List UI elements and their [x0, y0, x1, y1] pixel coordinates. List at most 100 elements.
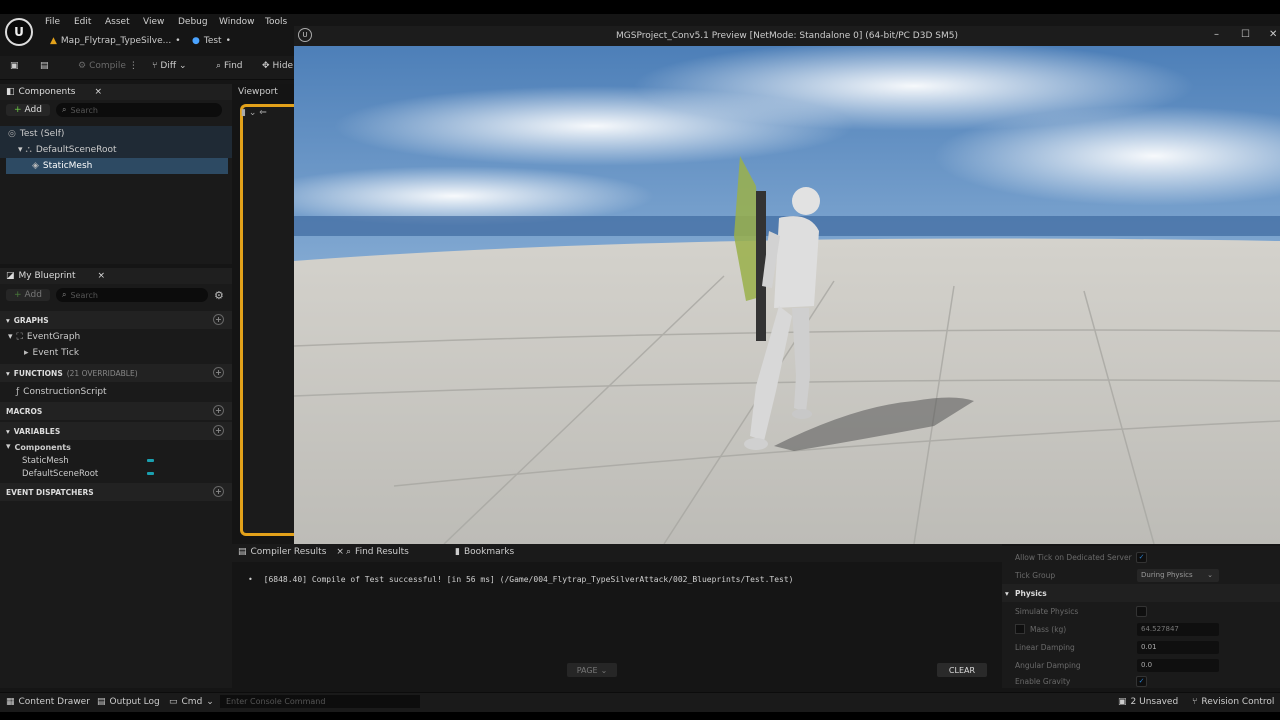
simulate-physics-checkbox[interactable]	[1136, 605, 1147, 617]
compile-button[interactable]: ⚙ Compile ⋮	[78, 61, 138, 71]
menu-edit[interactable]: Edit	[74, 17, 91, 27]
console-placeholder: Enter Console Command	[226, 697, 326, 706]
browse-icon[interactable]: ▤	[40, 61, 49, 71]
output-log-button[interactable]: ▤ Output Log	[97, 697, 160, 707]
minimize-icon[interactable]: –	[1214, 29, 1219, 40]
clear-button[interactable]: CLEAR	[937, 663, 987, 677]
game-viewport[interactable]	[294, 46, 1280, 544]
gear-icon[interactable]: ⚙	[214, 289, 224, 302]
add-graph-icon[interactable]: +	[213, 314, 224, 325]
tree-item-default-scene-root[interactable]: ▾ ⛬ DefaultSceneRoot	[0, 142, 232, 158]
variable-group-components[interactable]: ▾ Components	[0, 440, 232, 454]
diff-button[interactable]: ⑂ Diff ⌄	[152, 61, 187, 71]
add-macro-icon[interactable]: +	[213, 405, 224, 416]
unreal-logo-icon[interactable]: U	[5, 18, 33, 46]
find-button[interactable]: ⌕ Find	[216, 61, 243, 71]
console-command-input[interactable]: Enter Console Command	[220, 695, 420, 708]
preview-titlebar[interactable]: MGSProject_Conv5.1 Preview [NetMode: Sta…	[294, 26, 1280, 46]
variable-type-pill	[147, 459, 154, 462]
menu-view[interactable]: View	[143, 17, 164, 27]
log-text: [6848.40] Compile of Test successful! [i…	[263, 575, 794, 584]
cmd-dropdown[interactable]: ▭ Cmd ⌄	[169, 697, 214, 707]
mass-input[interactable]: 64.527847	[1137, 622, 1219, 636]
tab-map-flytrap[interactable]: ▲ Map_Flytrap_TypeSilve... •	[50, 36, 181, 46]
collapse-arrow-icon: ▾	[6, 426, 10, 436]
add-member-button[interactable]: + Add	[6, 289, 50, 301]
components-search-input[interactable]: ⌕ Search	[55, 103, 222, 117]
enable-gravity-checkbox[interactable]: ✓	[1136, 675, 1147, 687]
tab-viewport[interactable]: Viewport	[238, 87, 278, 97]
search-icon: ⌕	[61, 290, 67, 299]
tab-compiler-results[interactable]: ▤ Compiler Results ×	[238, 547, 344, 557]
add-component-button[interactable]: + Add	[6, 104, 50, 116]
graph-item-event-tick[interactable]: ▸ Event Tick	[0, 345, 232, 361]
search-placeholder: Search	[70, 105, 98, 115]
menu-window[interactable]: Window	[219, 17, 255, 27]
menu-tools[interactable]: Tools	[265, 17, 287, 27]
hide-label: Hide	[272, 61, 294, 71]
tab-modified-dot: •	[175, 36, 181, 46]
linear-damping-input[interactable]: 0.01	[1137, 640, 1219, 654]
components-title: Components	[18, 87, 76, 97]
variable-type-pill	[147, 472, 154, 475]
tree-item-static-mesh[interactable]: ◈ StaticMesh	[6, 158, 228, 174]
search-icon: ⌕	[346, 547, 352, 557]
event-graph-canvas[interactable]	[240, 104, 296, 536]
angular-damping-input[interactable]: 0.0	[1137, 658, 1219, 672]
tick-group-dropdown[interactable]: During Physics ⌄	[1137, 568, 1219, 582]
scene-root-icon: ⛬	[25, 145, 32, 155]
mass-override-checkbox[interactable]	[1015, 624, 1025, 634]
close-icon[interactable]: ×	[98, 271, 106, 281]
blueprint-icon: ●	[192, 36, 200, 46]
compile-label: Compile	[89, 61, 126, 71]
content-drawer-button[interactable]: ▦ Content Drawer	[6, 697, 90, 707]
close-icon[interactable]: ×	[336, 547, 344, 557]
unreal-editor-window: U File Edit Asset View Debug Window Tool…	[0, 0, 1280, 720]
save-icon[interactable]: ▣	[10, 61, 19, 71]
collapse-arrow-icon: ▾	[6, 368, 10, 378]
row-linear-damping: Linear Damping 0.01	[1002, 638, 1280, 656]
tree-item-self[interactable]: ◎ Test (Self)	[0, 126, 232, 142]
add-dispatcher-icon[interactable]: +	[213, 486, 224, 497]
close-icon[interactable]: ×	[94, 87, 102, 97]
category-event-dispatchers[interactable]: EVENT DISPATCHERS +	[0, 483, 232, 501]
menu-file[interactable]: File	[45, 17, 60, 27]
category-physics[interactable]: ▾ Physics	[1002, 584, 1280, 602]
variable-item-default-scene-root[interactable]: DefaultSceneRoot	[0, 467, 232, 480]
tab-find-results[interactable]: ⌕ Find Results	[346, 547, 409, 557]
function-item-construction-script[interactable]: ƒ ConstructionScript	[0, 384, 232, 400]
hide-button[interactable]: ✥ Hide	[262, 61, 293, 71]
group-label: Components	[14, 442, 71, 452]
category-macros[interactable]: MACROS +	[0, 402, 232, 420]
allow-tick-checkbox[interactable]: ✓	[1136, 551, 1147, 563]
add-function-icon[interactable]: +	[213, 367, 224, 378]
my-blueprint-search-input[interactable]: ⌕ Search	[55, 288, 208, 302]
tab-label: Bookmarks	[463, 547, 515, 557]
category-label: Physics	[1015, 588, 1047, 598]
maximize-icon[interactable]: ☐	[1241, 29, 1250, 40]
variable-item-static-mesh[interactable]: StaticMesh	[0, 454, 232, 467]
bullet-icon: •	[248, 575, 253, 584]
menu-asset[interactable]: Asset	[105, 17, 130, 27]
tab-label: Compiler Results	[250, 547, 327, 557]
overridable-count: (21 OVERRIDABLE)	[66, 368, 138, 378]
tab-test[interactable]: ● Test •	[192, 36, 231, 46]
page-label: PAGE	[576, 665, 598, 675]
my-blueprint-header: ◪ My Blueprint ×	[0, 268, 232, 284]
my-blueprint-panel: ◪ My Blueprint × + Add ⌕ Search ⚙ ▾ GRAP…	[0, 268, 232, 688]
unsaved-button[interactable]: ▣ 2 Unsaved	[1118, 697, 1178, 707]
add-variable-icon[interactable]: +	[213, 425, 224, 436]
tab-bookmarks[interactable]: ▮ Bookmarks	[455, 547, 514, 557]
category-graphs[interactable]: ▾ GRAPHS +	[0, 311, 232, 329]
graph-item-event-graph[interactable]: ▾ ⛶ EventGraph	[0, 329, 232, 345]
graph-nav-icons[interactable]: ▮ ⌄ ⇐	[241, 108, 267, 118]
find-label: Find	[224, 61, 243, 71]
revision-control-icon: ⑂	[1192, 697, 1198, 707]
category-variables[interactable]: ▾ VARIABLES +	[0, 422, 232, 440]
close-window-icon[interactable]: ✕	[1269, 29, 1277, 40]
page-dropdown[interactable]: PAGE ⌄	[567, 663, 617, 677]
revision-control-button[interactable]: ⑂ Revision Control	[1192, 697, 1274, 707]
category-functions[interactable]: ▾ FUNCTIONS (21 OVERRIDABLE) +	[0, 364, 232, 382]
menu-debug[interactable]: Debug	[178, 17, 208, 27]
property-label: Angular Damping	[1015, 660, 1081, 670]
